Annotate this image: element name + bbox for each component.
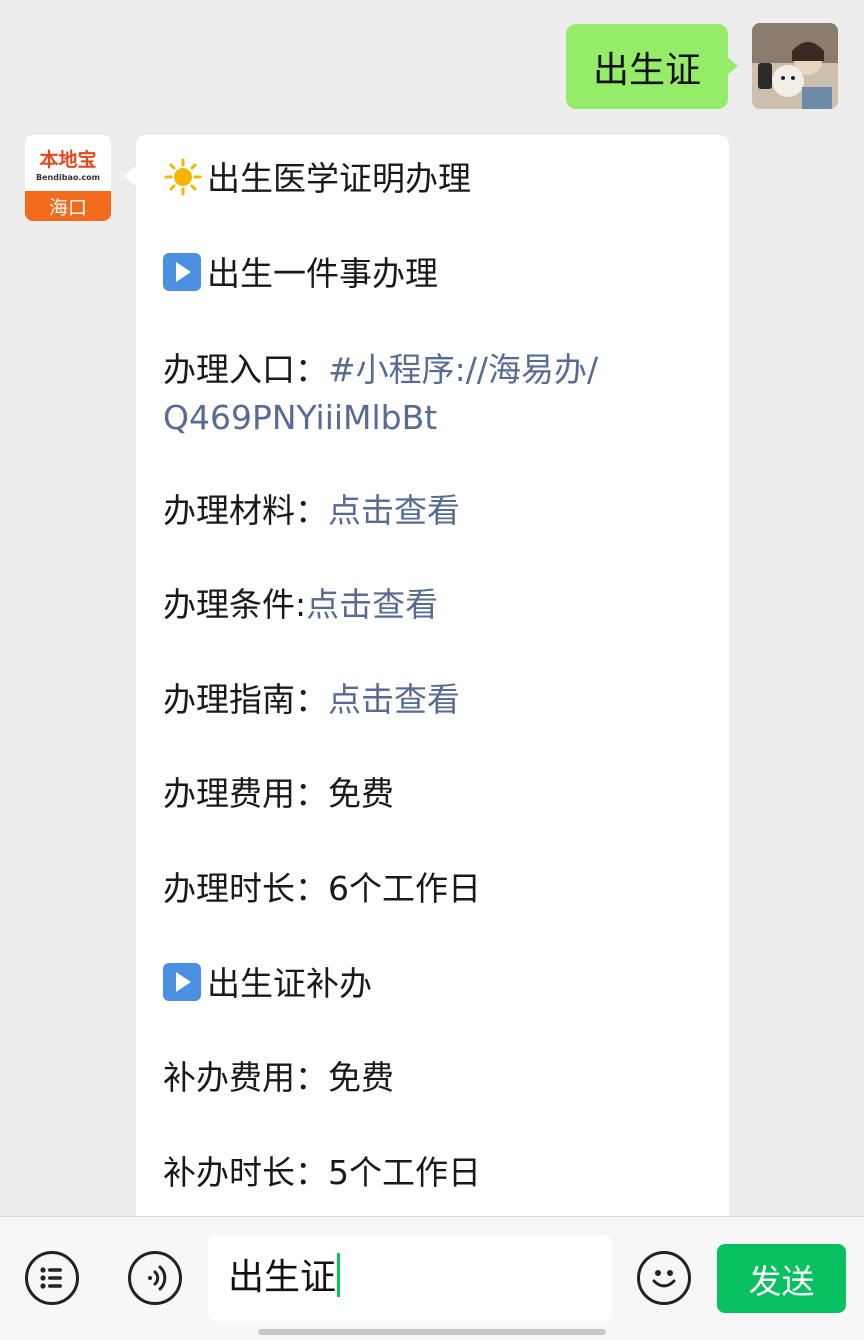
guide-link[interactable]: 点击查看 [328, 680, 460, 719]
conditions-label: 办理条件: [163, 585, 307, 624]
reissue-duration-label: 补办时长： [163, 1153, 328, 1192]
reissue-fee-label: 补办费用： [163, 1058, 328, 1097]
voice-button[interactable] [128, 1251, 182, 1305]
text-caret [337, 1253, 341, 1297]
heading-text: 出生医学证明办理 [207, 159, 471, 198]
play-button-icon [163, 253, 201, 291]
guide-row: 办理指南：点击查看 [163, 676, 460, 724]
section-birth-one-thing: 出生一件事办理 [163, 250, 438, 298]
entry-row: 办理入口：#小程序://海易办/ [163, 346, 598, 394]
user-avatar[interactable] [752, 23, 838, 109]
conditions-row: 办理条件:点击查看 [163, 581, 438, 629]
home-indicator[interactable] [258, 1329, 606, 1335]
emoji-icon [652, 1270, 676, 1288]
fee-value: 免费 [328, 774, 394, 813]
send-button[interactable]: 发送 [717, 1244, 846, 1313]
section-text: 出生一件事办理 [207, 254, 438, 293]
logo-text: 本地宝 [39, 149, 97, 171]
incoming-bubble-tail [124, 166, 136, 186]
heading-birth-certificate: 出生医学证明办理 [163, 155, 471, 203]
fee-label: 办理费用： [163, 774, 328, 813]
fee-row: 办理费用：免费 [163, 770, 394, 818]
duration-row: 办理时长：6个工作日 [163, 865, 481, 913]
outgoing-message-text: 出生证 [592, 49, 701, 91]
materials-link[interactable]: 点击查看 [328, 491, 460, 530]
outgoing-bubble-tail [726, 56, 738, 76]
materials-label: 办理材料： [163, 491, 328, 530]
section-text: 出生证补办 [207, 964, 372, 1003]
materials-row: 办理材料：点击查看 [163, 487, 460, 535]
play-button-icon [163, 963, 201, 1001]
avatar-city-label: 海口 [25, 191, 111, 221]
sun-icon [164, 158, 202, 196]
entry-link[interactable]: #小程序://海易办/ [328, 350, 598, 389]
emoji-button[interactable] [637, 1251, 691, 1305]
message-input[interactable]: 出生证 [208, 1235, 612, 1321]
reissue-fee-value: 免费 [328, 1058, 394, 1097]
voice-icon [148, 1265, 167, 1291]
menu-button[interactable] [25, 1251, 79, 1305]
message-input-text: 出生证 [228, 1257, 337, 1298]
guide-label: 办理指南： [163, 680, 328, 719]
duration-value: 6个工作日 [328, 869, 481, 908]
outgoing-message-bubble[interactable]: 出生证 [566, 24, 728, 109]
reissue-fee-row: 补办费用：免费 [163, 1054, 394, 1102]
send-button-label: 发送 [748, 1261, 815, 1301]
menu-list-icon [40, 1267, 62, 1289]
conditions-link[interactable]: 点击查看 [306, 585, 438, 624]
section-reissue: 出生证补办 [163, 960, 372, 1008]
entry-label: 办理入口： [163, 350, 328, 389]
bendibao-avatar[interactable]: 本地宝 Bendibao.com 海口 [25, 135, 111, 221]
duration-label: 办理时长： [163, 869, 328, 908]
reissue-duration-value: 5个工作日 [328, 1153, 481, 1192]
logo-domain: Bendibao.com [36, 173, 100, 182]
reissue-duration-row: 补办时长：5个工作日 [163, 1149, 481, 1197]
entry-link-continued[interactable]: Q469PNYiiiMlbBt [163, 394, 437, 442]
